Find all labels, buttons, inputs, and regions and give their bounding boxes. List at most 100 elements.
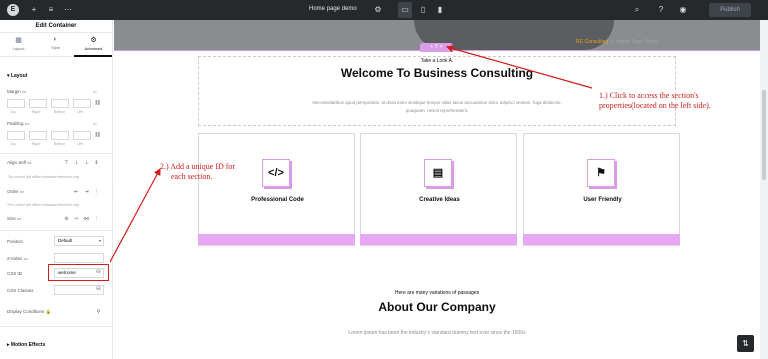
align-center-icon[interactable]: ⊥: [73, 160, 80, 167]
mobile-icon[interactable]: ▮: [434, 4, 446, 16]
margin-right-input[interactable]: [29, 99, 47, 108]
page-canvas: + ⠿ × RC Consulting > Home Page Demo Tak…: [114, 20, 760, 359]
search-icon[interactable]: ⌕: [631, 4, 643, 16]
link-icon[interactable]: ⛓: [94, 132, 101, 139]
align-start-icon[interactable]: ⊤: [63, 160, 70, 167]
margin-unit[interactable]: px: [93, 90, 97, 94]
size-label: Size ▭: [7, 216, 21, 222]
align-note: This control will affect contained eleme…: [7, 175, 80, 179]
scrollbar-thumb[interactable]: [762, 90, 766, 180]
order-start-icon[interactable]: ⇤: [73, 189, 80, 196]
padding-unit[interactable]: px: [93, 122, 97, 126]
style-icon: ◐: [53, 36, 58, 43]
card-bar: [523, 234, 680, 245]
side-label: Left: [77, 142, 83, 146]
annotation-2-line2: each section.: [171, 172, 213, 181]
side-label: Top: [10, 110, 16, 114]
conditions-icon[interactable]: ⚲: [95, 309, 102, 316]
card-creative-ideas[interactable]: ▤ Creative Ideas: [360, 133, 517, 246]
padding-right-input[interactable]: [29, 131, 47, 140]
size-text: Size: [7, 216, 16, 221]
size-shrink-icon[interactable]: ⋈: [83, 216, 90, 223]
margin-top-input[interactable]: [7, 99, 25, 108]
section-label: Layout: [10, 73, 28, 79]
size-none-icon[interactable]: ⊘: [63, 216, 70, 223]
about-heading[interactable]: About Our Company: [114, 300, 760, 314]
margin-label: Margin ▭: [7, 89, 26, 95]
publish-button[interactable]: Publish: [709, 3, 751, 17]
more-icon[interactable]: ⋮: [93, 216, 100, 223]
tablet-icon[interactable]: ▯: [417, 4, 429, 16]
annotation-2: 2.) Add a unique ID for each section.: [160, 162, 235, 182]
padding-bottom-input[interactable]: [51, 131, 69, 140]
css-id-highlight: [48, 264, 109, 281]
welcome-heading[interactable]: Welcome To Business Consulting: [114, 66, 760, 80]
breadcrumb: RC Consulting > Home Page Demo: [576, 39, 658, 45]
card-bar: [198, 234, 355, 245]
padding-top-input[interactable]: [7, 131, 25, 140]
side-label: Top: [10, 142, 16, 146]
layout-section-header[interactable]: ▾ Layout: [7, 73, 27, 79]
card-title: Professional Code: [251, 197, 304, 203]
order-note: This control will affect contained eleme…: [7, 203, 80, 207]
breadcrumb-separator: >: [611, 39, 614, 45]
align-stretch-icon[interactable]: ⇕: [93, 160, 100, 167]
card-user-friendly[interactable]: ⚑ User Friendly: [523, 133, 680, 246]
motion-effects-section[interactable]: ▸ Motion Effects: [7, 342, 45, 348]
size-grow-icon[interactable]: ⇿: [73, 216, 80, 223]
section-handle[interactable]: + ⠿ ×: [420, 43, 453, 52]
desktop-icon[interactable]: ▭: [399, 4, 411, 16]
desktop-icon: ▭: [27, 160, 32, 165]
desktop-icon: ▭: [23, 256, 28, 261]
elementor-editor: E + ≡ ⋯ Home page demo ⚙ ▭ ▯ ▮ ⌕ ? ◉ Pub…: [0, 0, 768, 359]
order-end-icon[interactable]: ⇥: [83, 189, 90, 196]
link-icon[interactable]: ⛓: [94, 100, 101, 107]
dots-icon[interactable]: ⋯: [62, 4, 74, 16]
tab-style[interactable]: ◐ Style: [37, 36, 74, 50]
annotation-1-line2: properties(located on the left side).: [599, 101, 711, 110]
order-label: Order ▭: [7, 189, 24, 195]
structure-icon[interactable]: ≡: [45, 4, 57, 16]
desktop-icon: ▭: [17, 216, 22, 221]
gear-icon: ⚙: [90, 37, 97, 44]
layout-icon: ▦: [15, 37, 22, 44]
zindex-label: Z-Index ▭: [7, 256, 28, 262]
tab-advanced[interactable]: ⚙ Advanced: [75, 36, 112, 51]
preview-icon[interactable]: ◉: [677, 4, 689, 16]
side-label: Right: [32, 142, 41, 146]
panel-title: Edit Container: [0, 20, 112, 33]
elementor-logo-icon[interactable]: E: [7, 4, 19, 16]
breadcrumb-item[interactable]: RC Consulting: [576, 39, 608, 45]
settings-icon[interactable]: ⚙: [372, 4, 384, 16]
card-professional-code[interactable]: </> Professional Code: [198, 133, 355, 246]
order-text: Order: [7, 189, 19, 194]
divider: [0, 326, 113, 327]
margin-bottom-input[interactable]: [51, 99, 69, 108]
tab-label: Advanced: [84, 46, 103, 51]
database-icon[interactable]: ⛁: [95, 286, 102, 293]
page-title[interactable]: Home page demo: [309, 6, 357, 12]
navigator-icon[interactable]: ⇅: [737, 335, 754, 352]
breadcrumb-item[interactable]: Home Page Demo: [617, 39, 658, 45]
margin-left-input[interactable]: [73, 99, 91, 108]
canvas-scrollbar[interactable]: [760, 20, 768, 359]
tab-label: Style: [51, 45, 60, 50]
zindex-input[interactable]: [54, 253, 104, 263]
tab-layout[interactable]: ▦ Layout: [0, 36, 37, 51]
more-icon[interactable]: ⋮: [93, 189, 100, 196]
active-tab-indicator: [74, 55, 112, 57]
top-bar: E + ≡ ⋯ Home page demo ⚙ ▭ ▯ ▮ ⌕ ? ◉ Pub…: [0, 0, 768, 20]
panel-tabs: ▦ Layout ◐ Style ⚙ Advanced: [0, 33, 112, 57]
ideas-icon: ▤: [424, 159, 452, 187]
align-end-icon[interactable]: ⊥: [83, 160, 90, 167]
help-icon[interactable]: ?: [655, 4, 667, 16]
padding-text: Padding: [7, 121, 24, 126]
padding-left-input[interactable]: [73, 131, 91, 140]
side-label: Right: [32, 110, 41, 114]
card-title: Creative Ideas: [419, 197, 460, 203]
take-a-look-subtitle: Take a Look A.: [420, 58, 454, 64]
zindex-text: Z-Index: [7, 256, 23, 261]
plus-icon[interactable]: +: [28, 4, 40, 16]
desktop-icon: ▭: [19, 189, 25, 194]
position-select[interactable]: Default ▾: [54, 236, 104, 246]
